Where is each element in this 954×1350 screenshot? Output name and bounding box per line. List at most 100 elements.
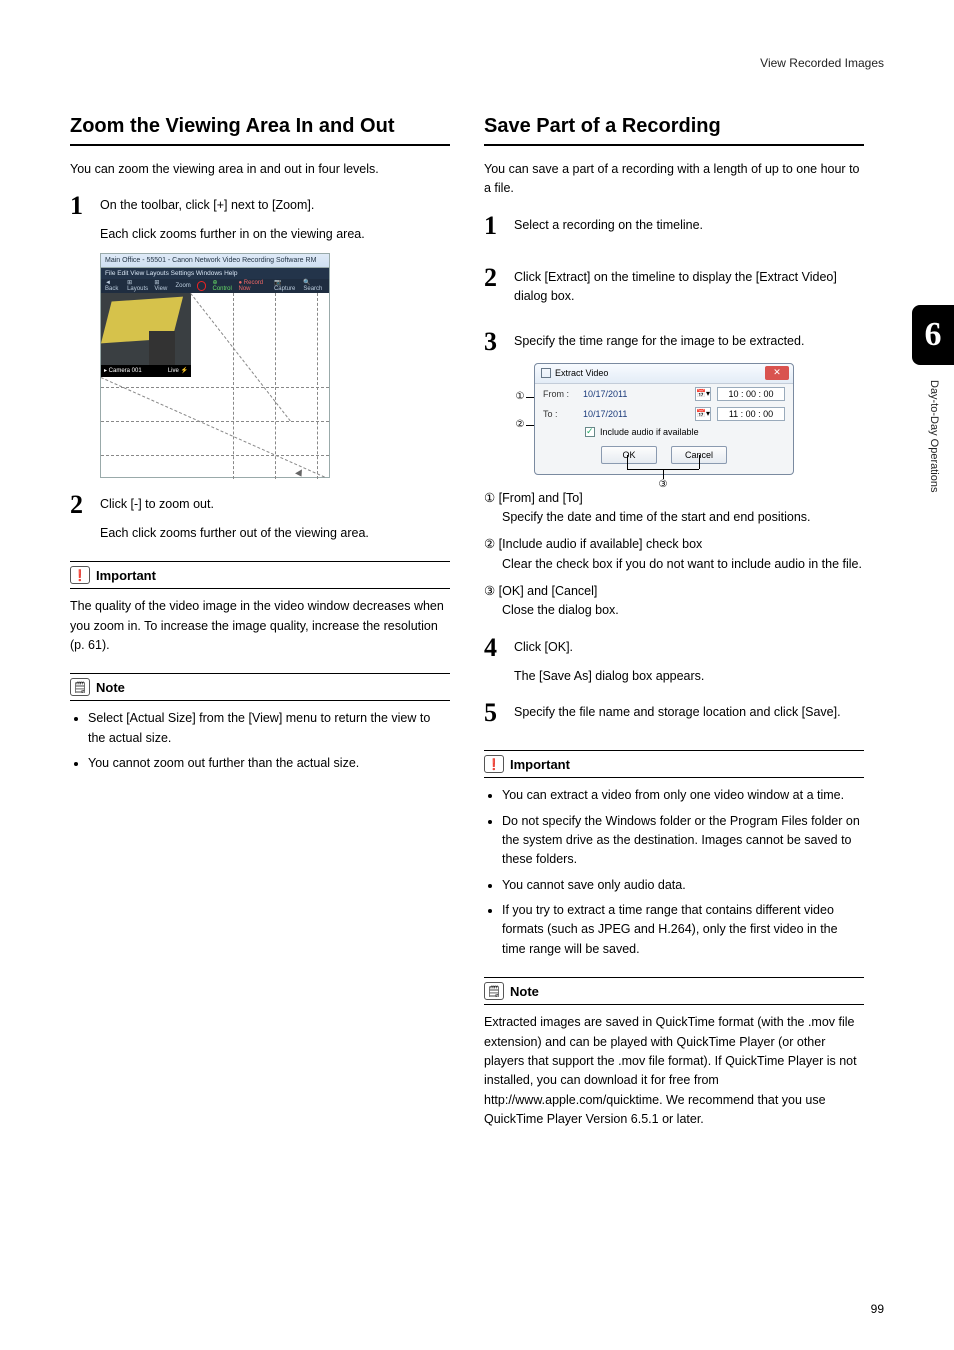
note-icon: 🗒	[70, 678, 90, 696]
close-button[interactable]: ✕	[765, 366, 789, 380]
include-audio-label: Include audio if available	[600, 427, 699, 437]
step-text: Click [Extract] on the timeline to displ…	[514, 265, 864, 307]
search-button[interactable]: 🔍 Search	[303, 279, 325, 292]
chapter-label: Day-to-Day Operations	[922, 380, 940, 493]
step-5: 5 Specify the file name and storage loca…	[484, 700, 864, 726]
step-3: 3 Specify the time range for the image t…	[484, 329, 864, 355]
step-4: 4 Click [OK].	[484, 635, 864, 661]
layouts-button[interactable]: ⊞ Layouts	[127, 279, 148, 292]
annotation-3: ③	[657, 479, 669, 491]
important-bar: ❗ Important	[484, 750, 864, 778]
from-date[interactable]: 10/17/2011	[583, 389, 689, 399]
zoom-label: Zoom	[175, 283, 190, 289]
step-text: Specify the file name and storage locati…	[514, 700, 841, 726]
note-icon: 🗒	[484, 982, 504, 1000]
list-item: You cannot save only audio data.	[502, 876, 864, 895]
step-text: Select a recording on the timeline.	[514, 213, 703, 239]
important-list: You can extract a video from only one vi…	[484, 786, 864, 959]
include-audio-row: Include audio if available	[535, 424, 793, 440]
dialog-titlebar: Extract Video ✕	[535, 364, 793, 384]
step-number: 3	[484, 329, 504, 355]
section-title-save: Save Part of a Recording	[484, 115, 864, 146]
step-text: Specify the time range for the image to …	[514, 329, 804, 355]
intro-text: You can zoom the viewing area in and out…	[70, 160, 450, 179]
step-1: 1 Select a recording on the timeline.	[484, 213, 864, 239]
step-number: 2	[484, 265, 504, 307]
annotation-2: ②	[514, 419, 526, 431]
step-number: 2	[70, 492, 90, 518]
control-button[interactable]: ⊕ Control	[212, 279, 232, 292]
grid-area: ▸ Camera 001 Live ⚡	[101, 293, 329, 479]
page-number: 99	[871, 1302, 884, 1316]
def-body-1: Specify the date and time of the start a…	[498, 508, 864, 527]
step-text: On the toolbar, click [+] next to [Zoom]…	[100, 193, 314, 219]
breadcrumb: View Recorded Images	[760, 56, 884, 70]
chapter-tab: 6	[912, 305, 954, 365]
note-body: Extracted images are saved in QuickTime …	[484, 1013, 864, 1129]
step-2: 2 Click [Extract] on the timeline to dis…	[484, 265, 864, 307]
from-row: From : 10/17/2011 📅▾ 10 : 00 : 00	[535, 384, 793, 404]
left-column: Zoom the Viewing Area In and Out You can…	[70, 115, 450, 1139]
capture-button[interactable]: 📷 Capture	[274, 279, 297, 292]
from-time[interactable]: 10 : 00 : 00	[717, 387, 785, 401]
window-toolbar: ◄ Back ⊞ Layouts ⊞ View Zoom ⊕ Control ●…	[101, 279, 329, 293]
note-title: Note	[96, 680, 125, 695]
to-label: To :	[543, 409, 577, 419]
from-label: From :	[543, 389, 577, 399]
note-bar: 🗒 Note	[70, 673, 450, 701]
def-body-2: Clear the check box if you do not want t…	[498, 555, 864, 574]
dialog-title: Extract Video	[555, 368, 608, 378]
step-text: Click [OK].	[514, 635, 573, 661]
annotation-1: ①	[514, 391, 526, 403]
def-label-3: ③ [OK] and [Cancel]	[484, 582, 864, 601]
note-list: Select [Actual Size] from the [View] men…	[70, 709, 450, 773]
window-titlebar: Main Office - 55501 - Canon Network Vide…	[101, 254, 329, 268]
def-body-3: Close the dialog box.	[498, 601, 864, 620]
zoom-plus-button[interactable]	[197, 281, 207, 291]
step-number: 4	[484, 635, 504, 661]
step-number: 5	[484, 700, 504, 726]
date-picker-icon[interactable]: 📅▾	[695, 407, 711, 421]
list-item: You can extract a video from only one vi…	[502, 786, 864, 805]
step-sub: Each click zooms further out of the view…	[100, 524, 450, 543]
camera-tile-label: ▸ Camera 001 Live ⚡	[101, 365, 191, 377]
section-title-zoom: Zoom the Viewing Area In and Out	[70, 115, 450, 146]
screenshot-viewer: Main Office - 55501 - Canon Network Vide…	[100, 253, 330, 478]
def-label-1: ① [From] and [To]	[484, 489, 864, 508]
list-item: Select [Actual Size] from the [View] men…	[88, 709, 450, 748]
step-number: 1	[70, 193, 90, 219]
important-bar: ❗ Important	[70, 561, 450, 589]
step-text: Click [-] to zoom out.	[100, 492, 214, 518]
step-1: 1 On the toolbar, click [+] next to [Zoo…	[70, 193, 450, 219]
extract-video-dialog: Extract Video ✕ From : 10/17/2011 📅▾ 10 …	[534, 363, 794, 475]
def-label-2: ② [Include audio if available] check box	[484, 535, 864, 554]
to-time[interactable]: 11 : 00 : 00	[717, 407, 785, 421]
record-now-button[interactable]: ● Record Now	[239, 280, 268, 292]
to-row: To : 10/17/2011 📅▾ 11 : 00 : 00	[535, 404, 793, 424]
ok-button[interactable]: OK	[601, 446, 657, 464]
important-title: Important	[96, 568, 156, 583]
view-button[interactable]: ⊞ View	[154, 279, 169, 292]
camera-name: ▸ Camera 001	[104, 365, 142, 377]
intro-text: You can save a part of a recording with …	[484, 160, 864, 199]
back-button[interactable]: ◄ Back	[105, 280, 121, 292]
step-2: 2 Click [-] to zoom out.	[70, 492, 450, 518]
step-sub: Each click zooms further in on the viewi…	[100, 225, 450, 244]
screenshot-dialog: ① ② Extract Video ✕ From : 10/17/2011 📅▾	[514, 363, 804, 475]
page: View Recorded Images 6 Day-to-Day Operat…	[0, 0, 954, 1350]
important-icon: ❗	[70, 566, 90, 584]
definition-list: ① [From] and [To] Specify the date and t…	[484, 489, 864, 621]
note-bar: 🗒 Note	[484, 977, 864, 1005]
app-icon	[541, 368, 551, 378]
important-icon: ❗	[484, 755, 504, 773]
note-title: Note	[510, 984, 539, 999]
include-audio-checkbox[interactable]	[585, 427, 595, 437]
list-item: Do not specify the Windows folder or the…	[502, 812, 864, 870]
important-title: Important	[510, 757, 570, 772]
list-item: You cannot zoom out further than the act…	[88, 754, 450, 773]
step-number: 1	[484, 213, 504, 239]
camera-live-badge: Live ⚡	[168, 365, 188, 377]
date-picker-icon[interactable]: 📅▾	[695, 387, 711, 401]
window-menubar: File Edit View Layouts Settings Windows …	[101, 268, 329, 279]
to-date[interactable]: 10/17/2011	[583, 409, 689, 419]
